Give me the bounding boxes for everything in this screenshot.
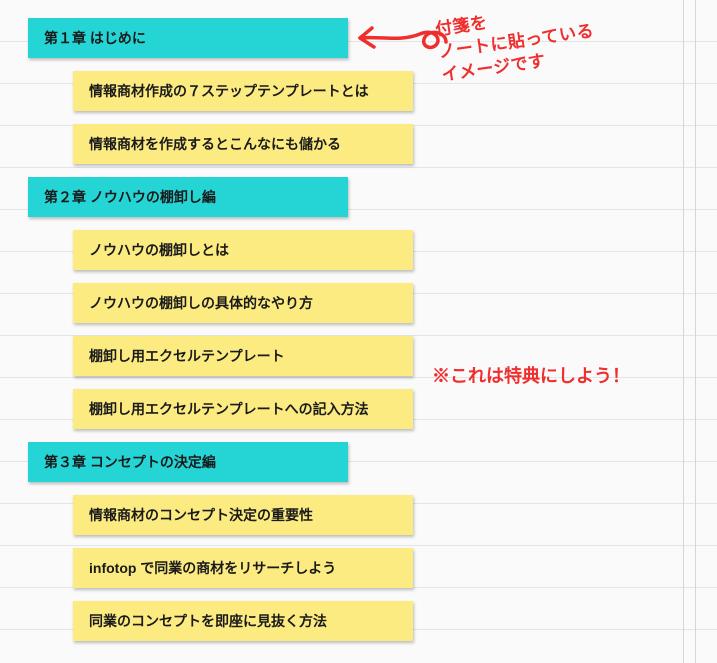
sub-item: 情報商材作成の７ステップテンプレートとは — [73, 71, 413, 111]
sub-title: 情報商材作成の７ステップテンプレートとは — [89, 81, 369, 101]
chapter-title: 第１章 はじめに — [44, 28, 146, 48]
sub-item: ノウハウの棚卸しとは — [73, 230, 413, 270]
sub-item: 同業のコンセプトを即座に見抜く方法 — [73, 601, 413, 641]
sub-item: 棚卸し用エクセルテンプレートへの記入方法 — [73, 389, 413, 429]
chapter-heading: 第３章 コンセプトの決定編 — [28, 442, 348, 482]
sub-title: infotop で同業の商材をリサーチしよう — [89, 558, 336, 578]
chapter-heading: 第２章 ノウハウの棚卸し編 — [28, 177, 348, 217]
sub-title: 情報商材を作成するとこんなにも儲かる — [89, 134, 341, 154]
sub-item: 棚卸し用エクセルテンプレート — [73, 336, 413, 376]
sub-title: 同業のコンセプトを即座に見抜く方法 — [89, 611, 327, 631]
sub-item: 情報商材のコンセプト決定の重要性 — [73, 495, 413, 535]
sub-item: ノウハウの棚卸しの具体的なやり方 — [73, 283, 413, 323]
sub-title: 情報商材のコンセプト決定の重要性 — [89, 505, 313, 525]
chapter-title: 第２章 ノウハウの棚卸し編 — [44, 187, 216, 207]
outline: 第１章 はじめに 情報商材作成の７ステップテンプレートとは 情報商材を作成すると… — [0, 0, 717, 641]
sub-title: ノウハウの棚卸しとは — [89, 240, 229, 260]
chapter-group-1: 第１章 はじめに 情報商材作成の７ステップテンプレートとは 情報商材を作成すると… — [28, 18, 717, 164]
sub-title: 棚卸し用エクセルテンプレート — [89, 346, 285, 366]
chapter-heading: 第１章 はじめに — [28, 18, 348, 58]
chapter-title: 第３章 コンセプトの決定編 — [44, 452, 216, 472]
chapter-group-3: 第３章 コンセプトの決定編 情報商材のコンセプト決定の重要性 infotop で… — [28, 442, 717, 641]
sub-title: ノウハウの棚卸しの具体的なやり方 — [89, 293, 313, 313]
sub-item: infotop で同業の商材をリサーチしよう — [73, 548, 413, 588]
chapter-group-2: 第２章 ノウハウの棚卸し編 ノウハウの棚卸しとは ノウハウの棚卸しの具体的なやり… — [28, 177, 717, 429]
sub-title: 棚卸し用エクセルテンプレートへの記入方法 — [89, 399, 369, 419]
sub-item: 情報商材を作成するとこんなにも儲かる — [73, 124, 413, 164]
